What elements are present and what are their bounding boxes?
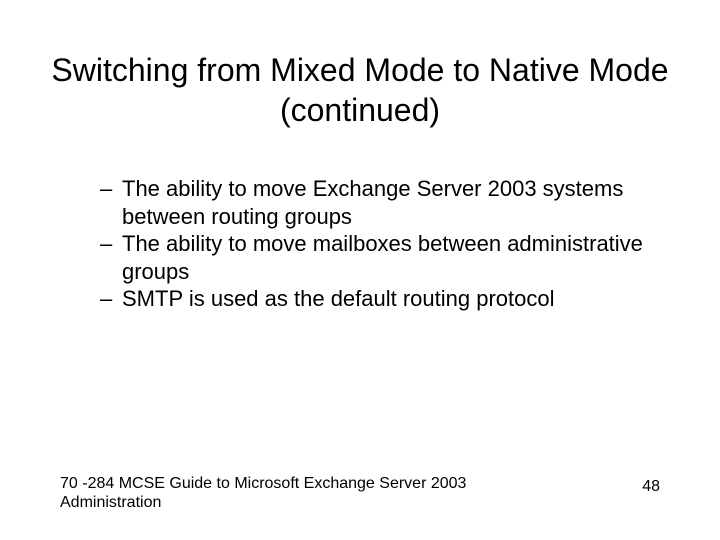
bullet-list: The ability to move Exchange Server 2003… xyxy=(100,175,660,313)
footer-source: 70 -284 MCSE Guide to Microsoft Exchange… xyxy=(60,474,490,512)
slide: Switching from Mixed Mode to Native Mode… xyxy=(0,0,720,540)
footer-page-number: 48 xyxy=(642,478,660,496)
bullet-text: SMTP is used as the default routing prot… xyxy=(122,286,555,311)
list-item: SMTP is used as the default routing prot… xyxy=(100,285,660,313)
slide-body: The ability to move Exchange Server 2003… xyxy=(100,175,660,313)
slide-title: Switching from Mixed Mode to Native Mode… xyxy=(0,50,720,130)
list-item: The ability to move mailboxes between ad… xyxy=(100,230,660,285)
bullet-text: The ability to move mailboxes between ad… xyxy=(122,231,643,284)
bullet-text: The ability to move Exchange Server 2003… xyxy=(122,176,623,229)
list-item: The ability to move Exchange Server 2003… xyxy=(100,175,660,230)
